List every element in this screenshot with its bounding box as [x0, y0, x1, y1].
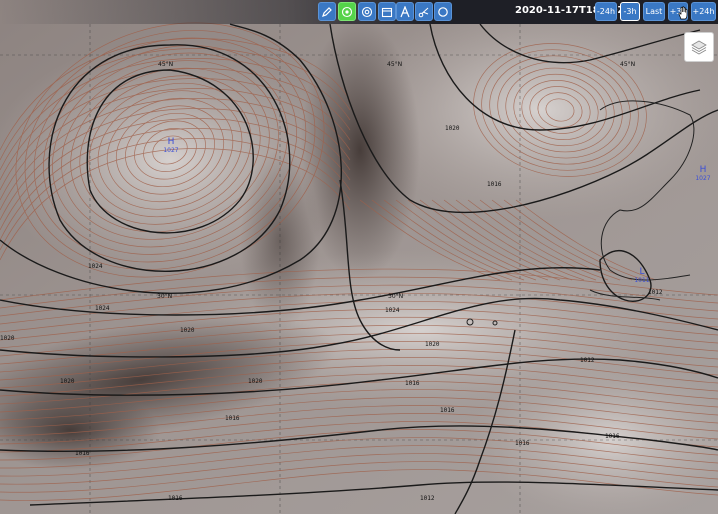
map-canvas[interactable]: H 1027 H 1027 L 1011 45°N 45°N 45°N 30°N… [0, 0, 718, 514]
minus-24h-button[interactable]: -24h [595, 2, 617, 21]
isobar-label: 1024 [88, 263, 103, 270]
pencil-icon [322, 6, 332, 17]
isobar-label: 1016 [605, 433, 620, 440]
last-button[interactable]: Last [643, 2, 665, 21]
svg-text:1027: 1027 [163, 147, 178, 154]
latitude-label: 30°N [388, 293, 403, 300]
globe-icon [341, 6, 353, 17]
isobar-label: 1012 [580, 357, 595, 364]
svg-text:1011: 1011 [634, 277, 649, 284]
latitude-label: 30°N [157, 293, 172, 300]
isobar-label: 1012 [420, 495, 435, 502]
isobar-label: 1016 [440, 407, 455, 414]
isobar-label: 1016 [168, 495, 183, 502]
isobar-label: 1020 [445, 125, 460, 132]
scissors-icon [418, 7, 429, 17]
scissors-button[interactable] [415, 2, 433, 21]
target-icon [361, 6, 373, 17]
isobar-label: 1020 [425, 341, 440, 348]
target-button[interactable] [358, 2, 376, 21]
calendar-icon [381, 7, 393, 17]
isobar-label: 1020 [0, 335, 15, 342]
text-button[interactable] [396, 2, 414, 21]
svg-text:H: H [700, 165, 707, 175]
latitude-label: 45°N [620, 61, 635, 68]
isobar-label: 1024 [385, 307, 400, 314]
isobar-label: 1020 [248, 378, 263, 385]
isobar-label: 1016 [75, 450, 90, 457]
svg-text:H: H [168, 137, 175, 147]
plus-24h-button[interactable]: +24h [691, 2, 716, 21]
isobar-label: 1016 [405, 380, 420, 387]
latitude-label: 45°N [387, 61, 402, 68]
layers-button[interactable] [684, 32, 714, 62]
isobar-label: 1020 [60, 378, 75, 385]
globe-button[interactable] [338, 2, 356, 21]
isobar-label: 1020 [180, 327, 195, 334]
svg-text:1027: 1027 [695, 175, 710, 182]
isobar-label: 1016 [487, 181, 502, 188]
circle-icon [438, 6, 448, 17]
isobar-label: 1012 [648, 289, 663, 296]
calendar-button[interactable] [378, 2, 396, 21]
isobar-label: 1016 [515, 440, 530, 447]
layers-icon [691, 40, 707, 55]
isobar-label: 1016 [225, 415, 240, 422]
pencil-button[interactable] [318, 2, 336, 21]
letter-a-icon [400, 5, 410, 17]
minus-3h-button[interactable]: -3h [620, 2, 640, 21]
circle-button[interactable] [434, 2, 452, 21]
hand-cursor-icon [678, 6, 688, 20]
svg-text:L: L [639, 267, 644, 277]
isobar-label: 1024 [95, 305, 110, 312]
latitude-label: 45°N [158, 61, 173, 68]
